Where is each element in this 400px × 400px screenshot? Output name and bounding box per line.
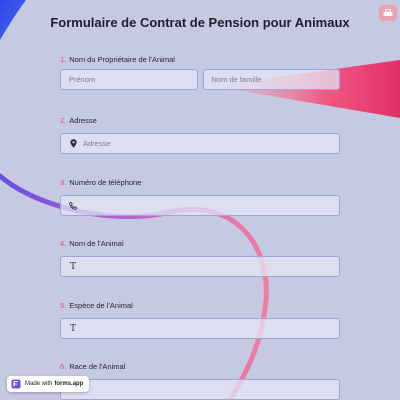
field-label-text: Race de l'Animal bbox=[69, 362, 126, 371]
field-label: 3. Numéro de téléphone bbox=[60, 178, 340, 188]
made-with-badge[interactable]: Made with forms.app bbox=[7, 376, 90, 392]
badge-prefix: Made with bbox=[25, 381, 53, 387]
forms-app-logo-icon bbox=[11, 379, 21, 389]
address-placeholder: Adresse bbox=[83, 139, 111, 148]
field-label-text: Adresse bbox=[69, 116, 97, 125]
field-pet-breed: 6. Race de l'Animal bbox=[60, 362, 340, 400]
text-icon: T bbox=[69, 261, 76, 272]
field-label: 1. Nom du Propriétaire de l'Animal bbox=[60, 55, 340, 65]
address-input[interactable]: Adresse bbox=[60, 133, 340, 154]
field-label: 6. Race de l'Animal bbox=[60, 362, 340, 372]
field-number: 2. bbox=[60, 116, 67, 125]
pet-name-input[interactable]: T bbox=[60, 256, 340, 277]
location-pin-icon bbox=[68, 139, 78, 148]
page-title: Formulaire de Contrat de Pension pour An… bbox=[50, 15, 350, 30]
phone-icon bbox=[68, 201, 78, 210]
first-name-input[interactable]: Prénom bbox=[60, 69, 198, 90]
field-label-text: Numéro de téléphone bbox=[69, 178, 142, 187]
last-name-placeholder: Nom de famille bbox=[211, 75, 262, 84]
field-label: 2. Adresse bbox=[60, 116, 340, 126]
first-name-placeholder: Prénom bbox=[69, 75, 96, 84]
badge-brand: forms.app bbox=[54, 381, 84, 387]
text-icon: T bbox=[69, 323, 76, 334]
field-number: 3. bbox=[60, 178, 67, 187]
print-icon bbox=[383, 9, 393, 16]
pet-species-input[interactable]: T bbox=[60, 318, 340, 339]
field-number: 5. bbox=[60, 301, 67, 310]
pet-breed-input[interactable] bbox=[60, 379, 340, 400]
field-number: 6. bbox=[60, 362, 67, 371]
field-phone: 3. Numéro de téléphone bbox=[60, 178, 340, 216]
field-label-text: Nom de l'Animal bbox=[69, 239, 124, 248]
field-label: 4. Nom de l'Animal bbox=[60, 239, 340, 249]
field-pet-name: 4. Nom de l'Animal T bbox=[60, 239, 340, 277]
last-name-input[interactable]: Nom de famille bbox=[202, 69, 340, 90]
phone-input[interactable] bbox=[60, 195, 340, 216]
field-label-text: Espèce de l'Animal bbox=[69, 301, 133, 310]
corner-button[interactable] bbox=[379, 5, 397, 21]
field-owner-name: 1. Nom du Propriétaire de l'Animal Prénom… bbox=[60, 55, 340, 90]
field-label: 5. Espèce de l'Animal bbox=[60, 301, 340, 311]
field-label-text: Nom du Propriétaire de l'Animal bbox=[69, 55, 175, 64]
field-pet-species: 5. Espèce de l'Animal T bbox=[60, 301, 340, 339]
field-number: 4. bbox=[60, 239, 67, 248]
field-number: 1. bbox=[60, 55, 67, 64]
field-address: 2. Adresse Adresse bbox=[60, 116, 340, 154]
